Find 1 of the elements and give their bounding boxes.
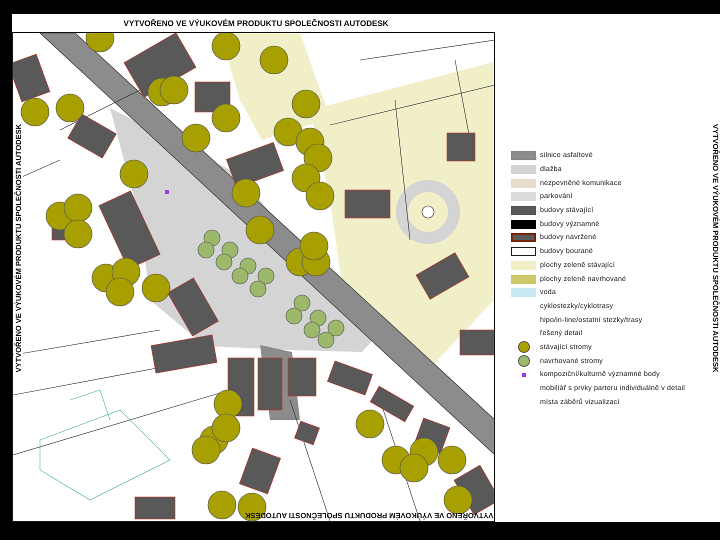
stamp-text: VYTVOŘENO VE VÝUKOVÉM PRODUKTU SPOLEČNOSTI AUTODESK <box>124 18 388 28</box>
